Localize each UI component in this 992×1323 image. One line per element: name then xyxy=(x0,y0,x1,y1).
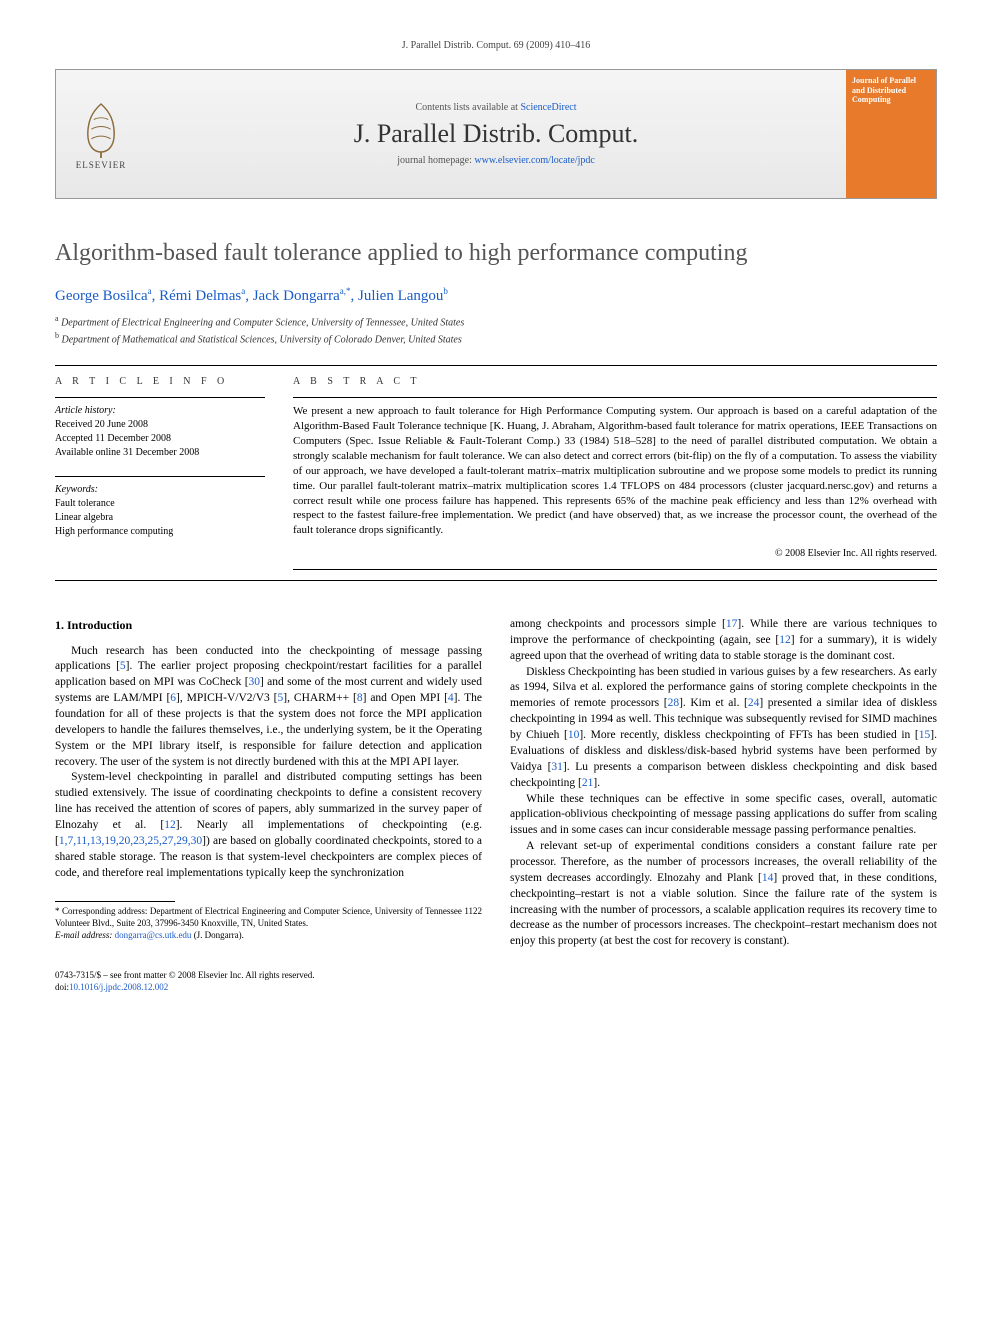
author[interactable]: Julien Langoub xyxy=(358,288,448,304)
author[interactable]: Jack Dongarraa,* xyxy=(253,288,351,304)
front-matter-line: 0743-7315/$ – see front matter © 2008 El… xyxy=(55,970,937,982)
body-text: 1. Introduction Much research has been c… xyxy=(55,617,937,950)
citation-link[interactable]: 15 xyxy=(919,729,931,741)
citation-link[interactable]: 31 xyxy=(551,761,563,773)
citation-link[interactable]: 12 xyxy=(779,634,791,646)
citation-link[interactable]: 21 xyxy=(582,777,594,789)
journal-name: J. Parallel Distrib. Comput. xyxy=(354,119,639,149)
homepage-prefix: journal homepage: xyxy=(397,155,474,166)
citation-link[interactable]: 12 xyxy=(164,819,176,831)
cover-title: Journal of Parallel and Distributed Comp… xyxy=(852,76,930,105)
article-info-column: A R T I C L E I N F O Article history: R… xyxy=(55,376,265,570)
author[interactable]: Rémi Delmasa xyxy=(159,288,245,304)
keyword: Fault tolerance xyxy=(55,497,265,511)
keyword: Linear algebra xyxy=(55,511,265,525)
paragraph: A relevant set-up of experimental condit… xyxy=(510,839,937,950)
affiliation: a Department of Electrical Engineering a… xyxy=(55,313,937,330)
paragraph: System-level checkpointing in parallel a… xyxy=(55,770,482,881)
abstract-copyright: © 2008 Elsevier Inc. All rights reserved… xyxy=(293,548,937,559)
abstract-heading: A B S T R A C T xyxy=(293,376,937,387)
running-head: J. Parallel Distrib. Comput. 69 (2009) 4… xyxy=(55,40,937,51)
journal-cover-thumbnail: Journal of Parallel and Distributed Comp… xyxy=(846,70,936,198)
divider xyxy=(55,397,265,398)
citation-link[interactable]: 24 xyxy=(748,697,760,709)
abstract-text: We present a new approach to fault toler… xyxy=(293,404,937,538)
citation-link[interactable]: 14 xyxy=(762,872,774,884)
paragraph: Diskless Checkpointing has been studied … xyxy=(510,665,937,792)
keywords-label: Keywords: xyxy=(55,483,265,497)
citation-link[interactable]: 28 xyxy=(668,697,680,709)
journal-homepage-link[interactable]: www.elsevier.com/locate/jpdc xyxy=(474,155,594,166)
citation-link[interactable]: 1,7,11,13,19,20,23,25,27,29,30 xyxy=(59,835,202,847)
elsevier-label: ELSEVIER xyxy=(76,160,127,170)
banner-middle: Contents lists available at ScienceDirec… xyxy=(146,70,846,198)
contents-prefix: Contents lists available at xyxy=(415,102,520,113)
doi-link[interactable]: 10.1016/j.jpdc.2008.12.002 xyxy=(69,982,168,992)
abstract-column: A B S T R A C T We present a new approac… xyxy=(293,376,937,570)
divider xyxy=(55,365,937,366)
citation-link[interactable]: 30 xyxy=(249,676,261,688)
author[interactable]: George Bosilcaa xyxy=(55,288,152,304)
affiliation: b Department of Mathematical and Statist… xyxy=(55,330,937,347)
doi-line: doi:10.1016/j.jpdc.2008.12.002 xyxy=(55,982,937,994)
history-line: Received 20 June 2008 xyxy=(55,418,265,432)
journal-homepage-line: journal homepage: www.elsevier.com/locat… xyxy=(397,155,595,166)
tree-icon xyxy=(77,98,125,158)
contents-available-line: Contents lists available at ScienceDirec… xyxy=(415,102,576,113)
divider xyxy=(55,580,937,581)
paragraph: While these techniques can be effective … xyxy=(510,792,937,840)
divider xyxy=(293,397,937,398)
divider xyxy=(55,476,265,477)
history-label: Article history: xyxy=(55,404,265,418)
sciencedirect-link[interactable]: ScienceDirect xyxy=(520,102,576,113)
paragraph: among checkpoints and processors simple … xyxy=(510,617,937,665)
author-list: George Bosilcaa, Rémi Delmasa, Jack Dong… xyxy=(55,286,937,305)
email-label: E-mail address: xyxy=(55,930,115,940)
elsevier-logo: ELSEVIER xyxy=(56,70,146,198)
affiliations: a Department of Electrical Engineering a… xyxy=(55,313,937,348)
page-footer: 0743-7315/$ – see front matter © 2008 El… xyxy=(55,970,937,993)
article-title: Algorithm-based fault tolerance applied … xyxy=(55,239,937,268)
corresponding-footnote: * Corresponding address: Department of E… xyxy=(55,906,482,929)
email-link[interactable]: dongarra@cs.utk.edu xyxy=(115,930,192,940)
journal-banner: ELSEVIER Contents lists available at Sci… xyxy=(55,69,937,199)
citation-link[interactable]: 17 xyxy=(726,618,738,630)
email-footnote: E-mail address: dongarra@cs.utk.edu (J. … xyxy=(55,930,482,942)
keyword: High performance computing xyxy=(55,525,265,539)
history-line: Accepted 11 December 2008 xyxy=(55,432,265,446)
paragraph: Much research has been conducted into th… xyxy=(55,644,482,771)
article-info-heading: A R T I C L E I N F O xyxy=(55,376,265,387)
footnote-rule xyxy=(55,901,175,902)
history-line: Available online 31 December 2008 xyxy=(55,446,265,460)
divider xyxy=(293,569,937,570)
section-heading: 1. Introduction xyxy=(55,617,482,634)
citation-link[interactable]: 10 xyxy=(568,729,580,741)
